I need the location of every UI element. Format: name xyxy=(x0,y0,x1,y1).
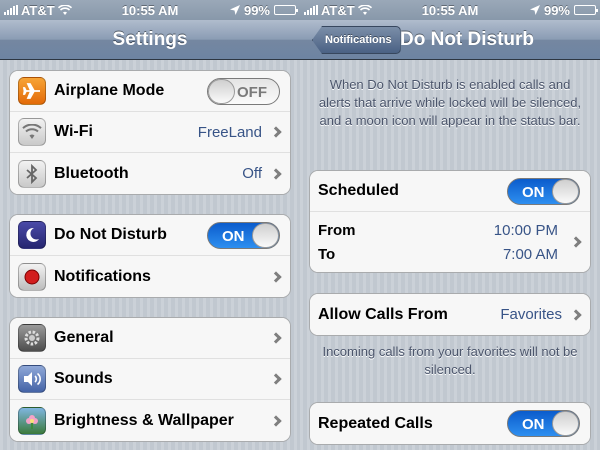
toggle-knob xyxy=(208,78,235,104)
status-right: 99% xyxy=(229,2,298,18)
dnd-navbar: Notifications Do Not Disturb xyxy=(300,20,600,60)
wifi-icon xyxy=(18,118,46,146)
battery-percent: 99% xyxy=(243,2,270,18)
dnd-description: When Do Not Disturb is enabled calls and… xyxy=(318,77,582,128)
notifications-label: Notifications xyxy=(54,267,151,285)
row-allow-calls-from[interactable]: Allow Calls From Favorites xyxy=(310,294,590,335)
location-arrow-icon xyxy=(229,5,240,15)
gear-icon xyxy=(18,324,46,352)
settings-screen: AT&T 10:55 AM 99% Settings Airplane Mode… xyxy=(0,0,300,450)
dnd-toggle[interactable]: ON xyxy=(207,221,280,249)
bluetooth-value: Off xyxy=(242,165,262,182)
brightness-wallpaper-label: Brightness & Wallpaper xyxy=(54,411,234,429)
allow-calls-label: Allow Calls From xyxy=(318,305,448,323)
flower-icon xyxy=(18,406,46,435)
page-title: Do Not Disturb xyxy=(400,28,535,50)
repeated-calls-group: Repeated Calls ON xyxy=(309,402,591,445)
to-label: To xyxy=(318,245,336,263)
toggle-knob xyxy=(552,178,579,204)
repeated-calls-label: Repeated Calls xyxy=(318,414,433,432)
signal-carrier: AT&T xyxy=(304,3,372,18)
signal-carrier: AT&T xyxy=(4,3,72,18)
row-bluetooth[interactable]: Bluetooth Off xyxy=(10,153,290,194)
toggle-knob xyxy=(252,222,279,248)
chevron-right-icon xyxy=(570,308,582,321)
row-do-not-disturb: Do Not Disturb ON xyxy=(10,215,290,256)
row-airplane-mode: Airplane Mode OFF xyxy=(10,71,290,112)
back-button[interactable]: Notifications xyxy=(312,26,401,54)
row-wifi[interactable]: Wi-Fi FreeLand xyxy=(10,112,290,153)
to-line: To 7:00 AM xyxy=(318,242,558,266)
settings-group-connectivity: Airplane Mode OFF Wi-Fi FreeLand Bluetoo… xyxy=(9,70,291,195)
schedule-group: Scheduled ON From 10:00 PM To 7:00 AM xyxy=(309,170,591,273)
status-bar: AT&T 10:55 AM 99% xyxy=(300,0,600,20)
row-from-to[interactable]: From 10:00 PM To 7:00 AM xyxy=(310,212,590,272)
row-general[interactable]: General xyxy=(10,318,290,359)
wifi-status-icon xyxy=(357,4,372,15)
bluetooth-label: Bluetooth xyxy=(54,164,129,182)
bluetooth-icon xyxy=(18,159,46,188)
row-sounds[interactable]: Sounds xyxy=(10,359,290,400)
chevron-right-icon xyxy=(270,332,282,344)
battery-percent: 99% xyxy=(543,2,570,18)
scheduled-toggle[interactable]: ON xyxy=(507,177,580,205)
row-scheduled: Scheduled ON xyxy=(310,171,590,212)
row-brightness-wallpaper[interactable]: Brightness & Wallpaper xyxy=(10,400,290,441)
from-label: From xyxy=(318,221,356,239)
toggle-state: ON xyxy=(522,183,545,201)
airplane-mode-toggle[interactable]: OFF xyxy=(207,77,280,105)
settings-navbar: Settings xyxy=(0,20,300,60)
chevron-right-icon xyxy=(570,236,582,248)
from-line: From 10:00 PM xyxy=(318,218,558,242)
notifications-icon xyxy=(18,262,46,291)
signal-icon xyxy=(4,5,18,15)
dnd-label: Do Not Disturb xyxy=(54,226,167,243)
toggle-knob xyxy=(552,411,579,436)
wifi-label: Wi-Fi xyxy=(54,123,93,140)
from-to-values: From 10:00 PM To 7:00 AM xyxy=(318,218,558,266)
carrier-label: AT&T xyxy=(21,2,55,18)
speaker-icon xyxy=(18,365,46,393)
toggle-state: ON xyxy=(222,227,245,245)
chevron-right-icon xyxy=(270,126,282,138)
sounds-label: Sounds xyxy=(54,370,113,387)
allow-calls-value: Favorites xyxy=(500,306,562,323)
signal-icon xyxy=(304,5,318,15)
battery-icon xyxy=(574,5,598,15)
toggle-state: ON xyxy=(522,416,545,433)
location-arrow-icon xyxy=(529,5,540,15)
settings-group-dnd: Do Not Disturb ON Notifications xyxy=(9,214,291,298)
wifi-status-icon xyxy=(57,4,72,15)
status-right: 99% xyxy=(529,2,598,18)
repeated-calls-toggle[interactable]: ON xyxy=(507,410,580,437)
moon-icon xyxy=(18,221,46,249)
settings-group-general: General Sounds Brightness & Wallpaper xyxy=(9,317,291,442)
wifi-value: FreeLand xyxy=(197,123,262,141)
allow-calls-group: Allow Calls From Favorites xyxy=(309,293,591,336)
row-repeated-calls: Repeated Calls ON xyxy=(310,403,590,444)
chevron-right-icon xyxy=(270,373,282,385)
chevron-right-icon xyxy=(270,167,282,180)
from-value: 10:00 PM xyxy=(493,221,558,239)
chevron-right-icon xyxy=(270,414,282,427)
row-notifications[interactable]: Notifications xyxy=(10,256,290,297)
scheduled-label: Scheduled xyxy=(318,182,399,199)
to-value: 7:00 AM xyxy=(502,245,558,263)
airplane-mode-label: Airplane Mode xyxy=(54,82,165,99)
airplane-icon xyxy=(18,77,46,105)
carrier-label: AT&T xyxy=(321,2,355,18)
allow-calls-note: Incoming calls from your favorites will … xyxy=(322,344,578,377)
battery-icon xyxy=(274,5,298,15)
chevron-right-icon xyxy=(270,270,282,283)
page-title: Settings xyxy=(112,28,188,50)
toggle-state: OFF xyxy=(237,83,267,101)
general-label: General xyxy=(54,329,114,346)
dnd-screen: AT&T 10:55 AM 99% Notifications Do Not D… xyxy=(300,0,600,450)
status-bar: AT&T 10:55 AM 99% xyxy=(0,0,300,20)
